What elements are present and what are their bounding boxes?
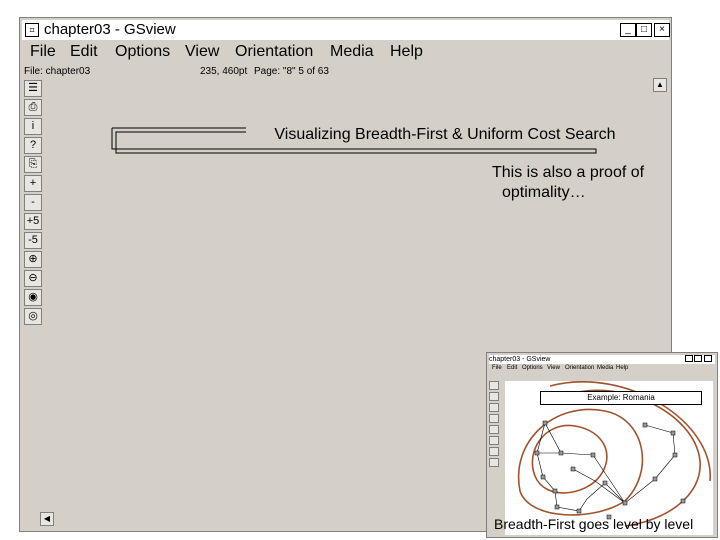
inset-contour [564, 389, 701, 527]
close-button[interactable]: × [654, 23, 670, 37]
status-coords: 235, 460pt [200, 66, 248, 77]
status-file: File: chapter03 [24, 66, 91, 77]
status-page: Page: "8" 5 of 63 [254, 66, 329, 77]
proof-note-line2: optimality… [502, 184, 586, 201]
inset-toolbar-icon [489, 414, 499, 423]
inset-menu-item: Edit [507, 365, 518, 371]
status-line: File: chapter03 235, 460pt Page: "8" 5 o… [24, 65, 664, 79]
inset-menu-item: File [492, 365, 502, 371]
inset-toolbar-icon [489, 425, 499, 434]
inset-maximize-icon [694, 355, 702, 362]
title-bar: ⌗ chapter03 - GSview _ □ × [22, 20, 670, 40]
inset-minimize-icon [685, 355, 693, 362]
inset-slide-title: Example: Romania [540, 391, 702, 405]
menu-edit[interactable]: Edit [70, 42, 98, 62]
scroll-up-icon[interactable]: ▲ [653, 78, 667, 92]
inset-toolbar-icon [489, 392, 499, 401]
menu-orientation[interactable]: Orientation [235, 42, 313, 62]
inset-toolbar-icon [489, 436, 499, 445]
menu-file[interactable]: File [30, 42, 56, 62]
proof-note-line1: This is also a proof of [492, 164, 645, 181]
inset-menu-item: Media [597, 365, 614, 371]
inset-title: chapter03 - GSview [489, 355, 715, 364]
menu-bar: File Edit Options View Orientation Media… [22, 42, 669, 62]
minimize-button[interactable]: _ [620, 23, 636, 37]
inset-toolbar-icon [489, 458, 499, 467]
inset-screenshot: chapter03 - GSview File Edit Options Vie… [486, 352, 718, 538]
inset-toolbar-icon [489, 381, 499, 390]
slide-caption: Breadth-First goes level by level [494, 516, 694, 532]
inset-toolbar-icon [489, 403, 499, 412]
menu-view[interactable]: View [185, 42, 219, 62]
inset-menu-item: Help [616, 365, 629, 371]
maximize-button[interactable]: □ [636, 23, 652, 37]
proof-note: This is also a proof of optimality… [492, 163, 672, 203]
inset-menu: File Edit Options View Orientation Media… [489, 364, 715, 373]
inset-menu-item: Orientation [565, 365, 595, 371]
slide-title: Visualizing Breadth-First & Uniform Cost… [274, 126, 616, 143]
menu-help[interactable]: Help [390, 42, 423, 62]
window-title: chapter03 - GSview [44, 21, 176, 38]
inset-toolbar-icon [489, 447, 499, 456]
menu-media[interactable]: Media [330, 42, 374, 62]
inset-menu-item: View [547, 365, 560, 371]
app-icon: ⌗ [25, 23, 39, 37]
menu-options[interactable]: Options [115, 42, 170, 62]
inset-contour [517, 408, 644, 516]
inset-menu-item: Options [522, 365, 543, 371]
inset-close-icon [704, 355, 712, 362]
